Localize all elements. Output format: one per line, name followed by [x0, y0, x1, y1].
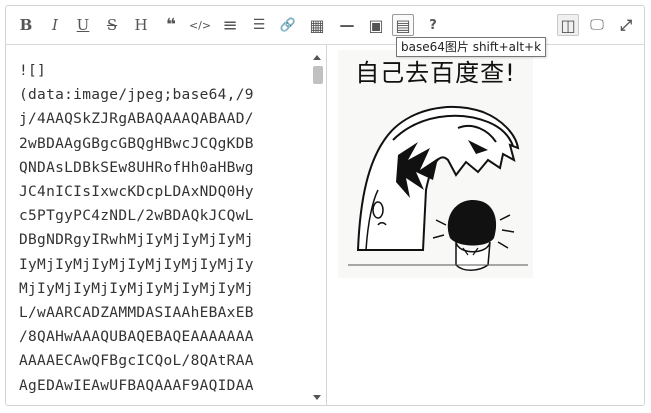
code-line[interactable]: JC4nICIsIxwcKDcpLDAxNDQ0Hy — [19, 184, 254, 200]
preview-image: 自己去百度查! — [338, 50, 533, 278]
meme-illustration — [348, 105, 528, 271]
editor-toolbar: B I U S H ❝ </> ≡ ☰ 🔗 ▦ — ▣ ▤ ? ◫ 🖵 ⤢ — [6, 6, 644, 45]
fullscreen-icon[interactable]: ⤢ — [615, 14, 637, 36]
code-line[interactable]: ![] — [19, 63, 46, 79]
code-line[interactable]: L/wAARCADZAMMDASIAAhEBAxEB — [19, 305, 254, 321]
code-line[interactable]: DBgNDRgyIRwhMjIyMjIyMjIyMj — [19, 232, 254, 248]
code-line[interactable]: j/4AAQSkZJRgABAQAAAQABAAD/ — [19, 111, 254, 127]
bold-icon[interactable]: B — [15, 14, 37, 36]
code-line[interactable]: /8QAHwAAAQUBAQEBAQEAAAAAAA — [19, 329, 254, 345]
code-line[interactable]: AAAAECAwQFBgcICQoL/8QAtRAA — [19, 353, 254, 369]
image-icon[interactable]: ▣ — [365, 14, 387, 36]
ordered-list-icon[interactable]: ≡ — [219, 14, 241, 36]
unordered-list-icon[interactable]: ☰ — [248, 14, 270, 36]
strikethrough-icon[interactable]: S — [101, 14, 123, 36]
tooltip: base64图片 shift+alt+k — [396, 37, 547, 57]
italic-icon[interactable]: I — [44, 14, 66, 36]
scroll-down-icon[interactable] — [313, 395, 321, 400]
table-icon[interactable]: ▦ — [306, 14, 328, 36]
code-line[interactable]: (data:image/jpeg;base64,/9 — [19, 87, 254, 103]
preview-icon[interactable]: 🖵 — [586, 14, 608, 36]
heading-icon[interactable]: H — [130, 14, 152, 36]
code-line[interactable]: MjIyMjIyMjIyMjIyMjIyMjIyMj — [19, 281, 254, 297]
code-text[interactable]: ![] (data:image/jpeg;base64,/9 j/4AAQSkZ… — [19, 59, 304, 398]
markdown-editor: B I U S H ❝ </> ≡ ☰ 🔗 ▦ — ▣ ▤ ? ◫ 🖵 ⤢ ba… — [5, 5, 645, 406]
scrollbar-thumb[interactable] — [313, 66, 323, 84]
horizontal-rule-icon[interactable]: — — [336, 14, 358, 36]
code-line[interactable]: c5PTgyPC4zNDL/2wBDAQkJCQwL — [19, 208, 254, 224]
preview-pane: 自己去百度查! — [328, 45, 644, 405]
scroll-up-icon[interactable] — [313, 55, 321, 60]
code-icon[interactable]: </> — [189, 14, 211, 36]
editor-scrollbar[interactable] — [310, 45, 325, 405]
underline-icon[interactable]: U — [72, 14, 94, 36]
side-by-side-icon[interactable]: ◫ — [557, 14, 579, 36]
code-line[interactable]: IyMjIyMjIyMjIyMjIyMjIyMjIy — [19, 257, 254, 273]
base64-image-icon[interactable]: ▤ — [392, 14, 414, 36]
code-editor-pane[interactable]: ![] (data:image/jpeg;base64,/9 j/4AAQSkZ… — [6, 45, 327, 405]
code-line[interactable]: QNDAsLDBkSEw8UHRofHh0aHBwg — [19, 160, 254, 176]
quote-icon[interactable]: ❝ — [160, 14, 182, 36]
code-line[interactable]: AgEDAwIEAwUFBAQAAAF9AQIDAA — [19, 378, 254, 394]
link-icon[interactable]: 🔗 — [277, 14, 299, 36]
help-icon[interactable]: ? — [422, 14, 444, 36]
code-line[interactable]: 2wBDAAgGBgcGBQgHBwcJCQgKDB — [19, 136, 254, 152]
